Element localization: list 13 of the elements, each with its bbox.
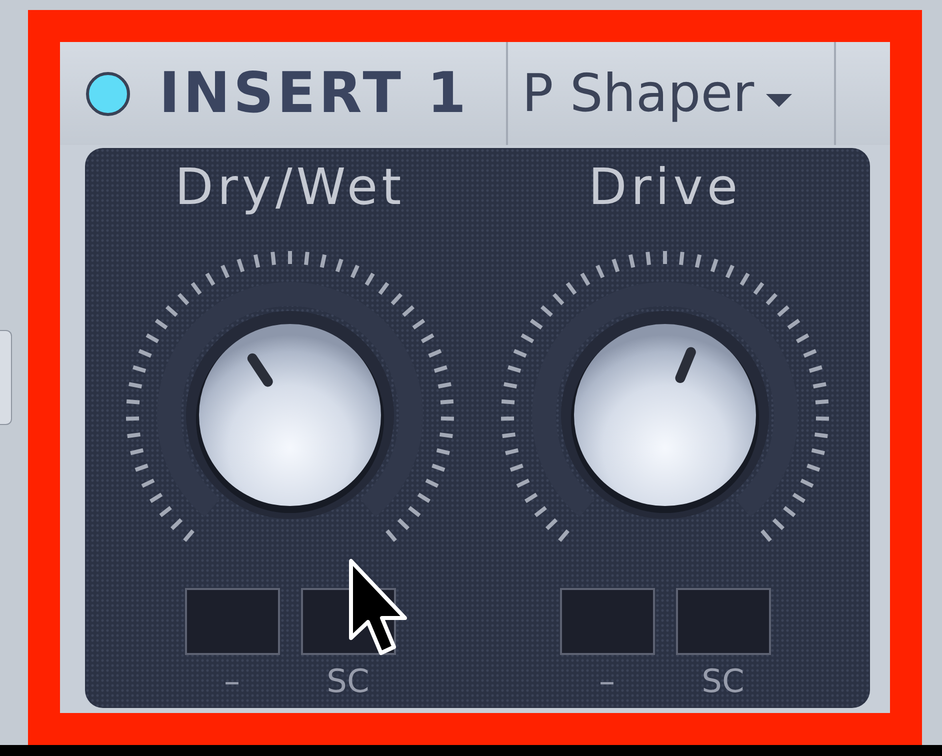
insert-title: INSERT 1 [159,66,470,122]
caret-icon [766,94,792,107]
knob-label: Drive [588,162,742,212]
pointer-cursor-icon [348,558,410,658]
slot-label: SC [702,665,744,697]
knob-label: Dry/Wet [174,162,406,212]
rotary-knob[interactable] [571,324,759,513]
effect-dropdown[interactable]: P Shaper [508,42,836,145]
status-led-icon[interactable] [85,70,131,116]
slot-label: – [599,665,615,697]
slot-label: – [224,665,240,697]
slot-label: SC [326,665,370,697]
rotary-knob[interactable] [196,324,384,513]
